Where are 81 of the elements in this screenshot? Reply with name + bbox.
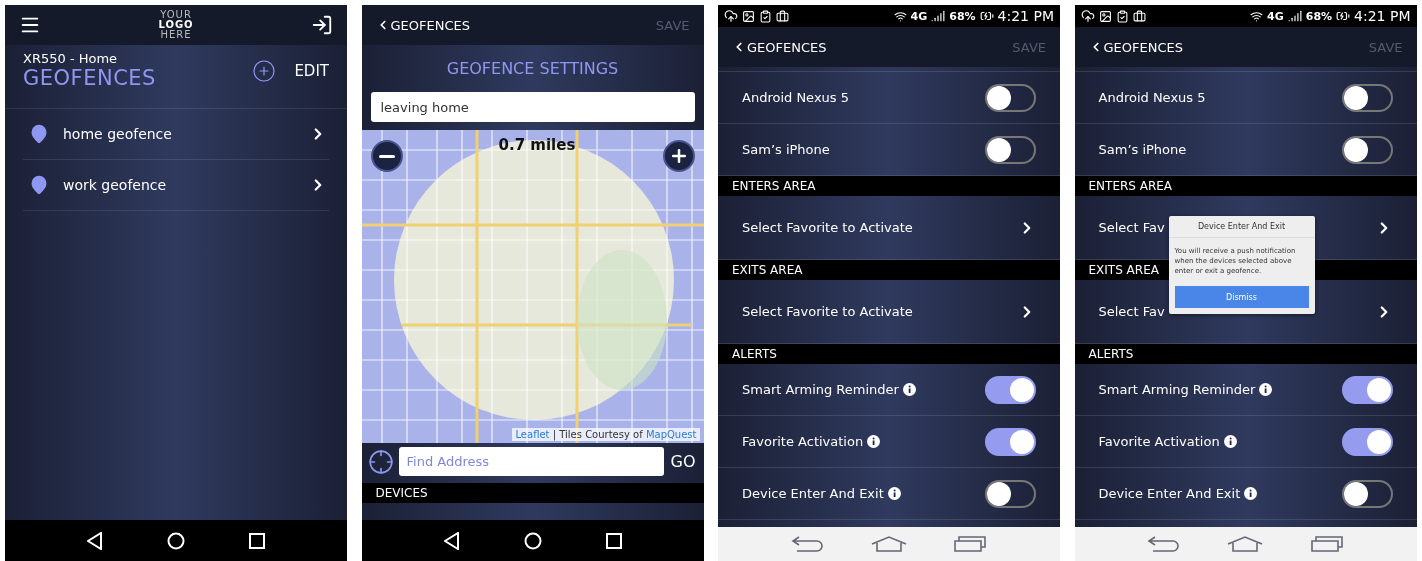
wifi-icon xyxy=(893,9,907,23)
toggle-switch[interactable] xyxy=(985,83,1036,112)
section-header: ALERTS xyxy=(718,344,1060,364)
map-attribution: Leaflet | Tiles Courtesy of MapQuest xyxy=(512,428,700,441)
address-field[interactable]: Find Address xyxy=(398,447,664,476)
setting-label: Favorite Activation xyxy=(742,434,864,449)
toggle-switch[interactable] xyxy=(1341,479,1393,508)
clipboard-check-icon xyxy=(1115,9,1129,23)
account-name: XR550 - Home xyxy=(23,51,119,66)
toggle-switch[interactable] xyxy=(985,375,1036,404)
signal-icon xyxy=(931,9,946,23)
leaflet-link[interactable]: Leaflet xyxy=(515,429,550,440)
geofence-name: home geofence xyxy=(63,126,173,142)
back-button[interactable]: GEOFENCES xyxy=(375,17,470,33)
battery-percent: 68% xyxy=(949,9,976,23)
geofence-name: work geofence xyxy=(63,177,168,193)
dialog-title: Device Enter And Exit xyxy=(1168,222,1315,238)
section-header: DEVICES xyxy=(361,483,704,503)
back-icon[interactable] xyxy=(443,531,460,550)
back-button[interactable]: GEOFENCES xyxy=(732,39,827,55)
briefcase-icon xyxy=(776,9,789,23)
locate-icon[interactable] xyxy=(367,448,394,475)
dismiss-button[interactable]: Dismiss xyxy=(1174,286,1309,308)
toggle-switch[interactable] xyxy=(1341,427,1393,456)
cloud-upload-icon xyxy=(724,9,738,23)
exit-door-icon[interactable] xyxy=(311,14,333,36)
section-header: ALERTS xyxy=(1074,344,1417,364)
section-header: ENTERS AREA xyxy=(718,176,1060,196)
toggle-switch[interactable] xyxy=(1341,375,1393,404)
setting-label: Favorite Activation xyxy=(1098,434,1220,449)
mapquest-link[interactable]: MapQuest xyxy=(645,429,697,440)
name-input[interactable]: leaving home xyxy=(370,92,695,122)
info-icon[interactable] xyxy=(902,383,916,396)
info-icon[interactable] xyxy=(887,487,901,500)
setting-label: Device Enter And Exit xyxy=(1098,486,1241,501)
toggle-switch[interactable] xyxy=(1341,83,1393,112)
cloud-upload-icon xyxy=(1080,9,1095,23)
section-header: ENTERS AREA xyxy=(1074,176,1417,196)
toggle-switch[interactable] xyxy=(985,135,1036,164)
info-icon[interactable] xyxy=(1259,383,1273,396)
clock: 4:21 PM xyxy=(997,8,1054,24)
battery-icon xyxy=(1336,9,1351,23)
wifi-icon xyxy=(1250,9,1264,23)
toggle-switch[interactable] xyxy=(985,427,1036,456)
map-pin-icon xyxy=(29,175,49,195)
add-icon[interactable] xyxy=(252,59,277,83)
info-icon[interactable] xyxy=(867,435,881,448)
clipboard-check-icon xyxy=(759,9,772,23)
setting-label: Android Nexus 5 xyxy=(1098,90,1206,105)
signal-icon xyxy=(1287,9,1302,23)
setting-label: Smart Arming Reminder xyxy=(742,382,899,397)
edit-button[interactable]: EDIT xyxy=(294,62,329,80)
clock: 4:21 PM xyxy=(1354,8,1411,24)
map-pin-icon xyxy=(29,124,49,144)
geofence-item[interactable]: home geofence xyxy=(23,109,329,160)
back-icon[interactable] xyxy=(87,531,103,550)
radius-label: 0.7 miles xyxy=(498,136,576,154)
section-header: EXITS AREA xyxy=(718,260,1060,280)
minus-icon xyxy=(378,154,395,158)
geofence-item[interactable]: work geofence xyxy=(23,160,329,211)
network-type: 4G xyxy=(910,9,928,23)
page-title: GEOFENCES xyxy=(23,66,156,90)
setting-label: Smart Arming Reminder xyxy=(1098,382,1256,397)
setting-label: Device Enter And Exit xyxy=(742,486,884,501)
setting-label: Sam’s iPhone xyxy=(742,142,830,157)
back-button[interactable]: GEOFENCES xyxy=(1088,39,1183,55)
setting-label: Android Nexus 5 xyxy=(742,90,849,105)
image-icon xyxy=(1098,9,1112,23)
image-icon xyxy=(742,9,755,23)
go-button[interactable]: GO xyxy=(668,452,698,471)
info-icon[interactable] xyxy=(1244,487,1258,500)
screen-title: GEOFENCE SETTINGS xyxy=(445,58,620,80)
network-type: 4G xyxy=(1267,9,1284,23)
info-icon[interactable] xyxy=(1223,435,1237,448)
briefcase-icon xyxy=(1132,9,1146,23)
battery-icon xyxy=(979,9,994,23)
toggle-switch[interactable] xyxy=(985,479,1036,508)
toggle-switch[interactable] xyxy=(1341,135,1393,164)
battery-percent: 68% xyxy=(1305,9,1333,23)
setting-label: Sam’s iPhone xyxy=(1098,142,1187,157)
logo: YOUR LOGO HERE xyxy=(158,10,194,40)
